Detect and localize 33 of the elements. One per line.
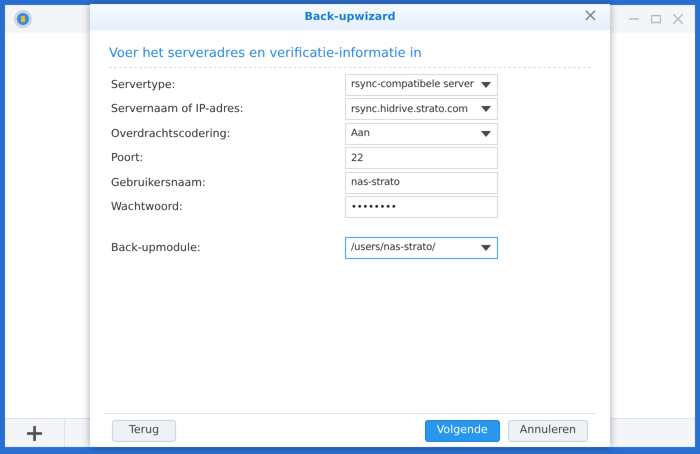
password-field[interactable]: •••••••• bbox=[345, 196, 498, 218]
field-value: rsync.hidrive.strato.com bbox=[351, 102, 469, 117]
close-icon[interactable] bbox=[673, 14, 683, 24]
dropdown-field[interactable]: Aan bbox=[345, 122, 498, 145]
field-label: Gebruikersnaam: bbox=[111, 174, 207, 190]
field-label: Back-upmodule: bbox=[111, 240, 202, 256]
field-label: Overdrachtscodering: bbox=[111, 126, 232, 142]
field-value: 22 bbox=[351, 152, 364, 166]
caret-icon bbox=[481, 244, 491, 251]
maximize-icon[interactable] bbox=[651, 14, 661, 24]
field-value: Aan bbox=[351, 127, 371, 142]
dropdown-field[interactable]: rsync-compatibele server bbox=[345, 74, 498, 96]
field-value: /users/nas-strato/ bbox=[351, 241, 436, 256]
field-label: Wachtwoord: bbox=[111, 199, 184, 215]
caret-icon bbox=[481, 106, 491, 112]
caret-icon bbox=[481, 82, 491, 88]
window-title: Back-upwizard bbox=[304, 8, 396, 25]
caret-icon bbox=[481, 130, 491, 137]
field-label: Servertype: bbox=[111, 76, 176, 92]
add-button[interactable]: + bbox=[5, 419, 65, 447]
field-label: Servernaam of IP-adres: bbox=[111, 101, 244, 117]
cancel-button[interactable]: Annuleren bbox=[508, 420, 588, 442]
dropdown-field[interactable]: /users/nas-strato/ bbox=[345, 236, 498, 259]
section-heading: Voer het serveradres en verificatie-informatie in bbox=[109, 44, 591, 68]
back-button[interactable]: Terug bbox=[112, 420, 176, 442]
input-field[interactable]: 22 bbox=[345, 147, 498, 170]
dropdown-field[interactable]: rsync.hidrive.strato.com bbox=[345, 98, 498, 120]
input-field[interactable]: nas-strato bbox=[345, 172, 498, 194]
field-value: •••••••• bbox=[351, 200, 398, 215]
field-label: Poort: bbox=[111, 150, 144, 166]
field-value: rsync-compatibele server bbox=[351, 78, 475, 92]
backup-logo-icon bbox=[13, 9, 33, 29]
field-value: nas-strato bbox=[351, 176, 401, 190]
